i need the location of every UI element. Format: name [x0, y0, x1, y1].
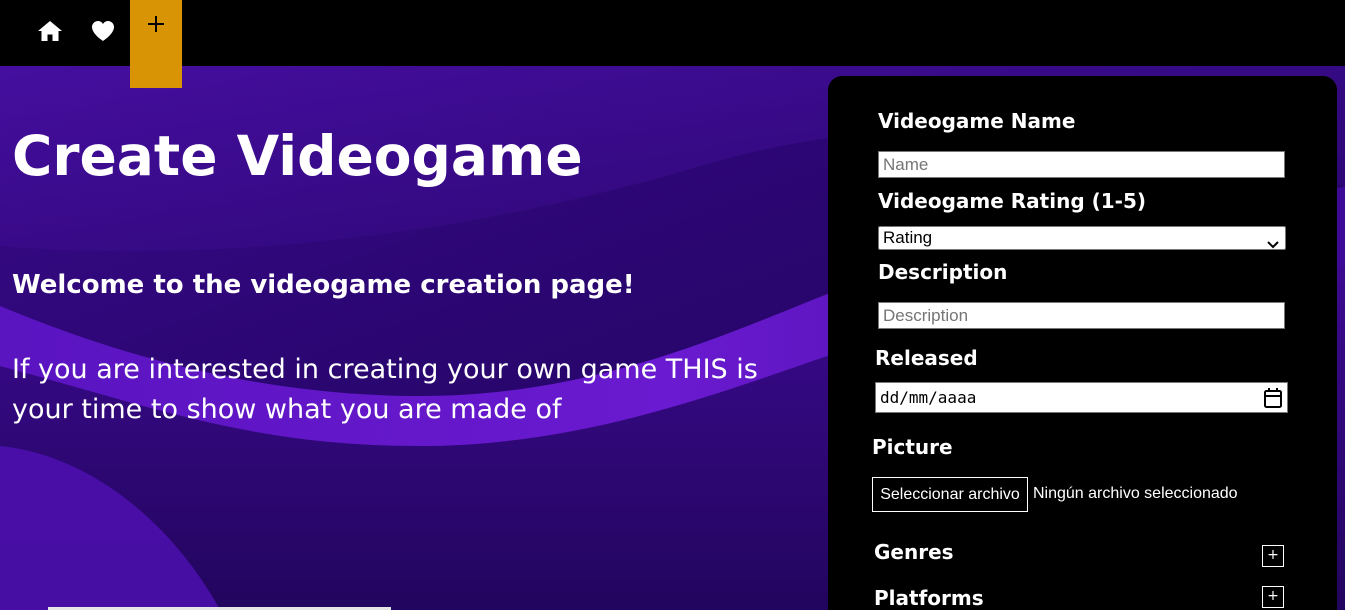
heart-icon — [90, 19, 116, 47]
genres-label: Genres — [874, 540, 954, 564]
welcome-heading: Welcome to the videogame creation page! — [12, 270, 635, 300]
create-form: Videogame Name Name Videogame Rating (1-… — [828, 76, 1337, 610]
file-status-text: Ningún archivo seleccionado — [1033, 485, 1238, 502]
description-placeholder: Description — [883, 305, 969, 325]
nav-create-button[interactable] — [130, 0, 182, 88]
platforms-label: Platforms — [874, 586, 984, 610]
nav-favorites-button[interactable] — [77, 0, 129, 66]
released-date-input[interactable]: dd/mm/aaaa — [875, 382, 1288, 413]
released-label: Released — [875, 346, 978, 370]
nav-home-button[interactable] — [24, 0, 76, 66]
intro-text: If you are interested in creating your o… — [12, 354, 758, 425]
description-input[interactable]: Description — [878, 302, 1285, 329]
top-nav — [0, 0, 1345, 88]
name-label: Videogame Name — [878, 109, 1076, 133]
name-input[interactable]: Name — [878, 151, 1285, 178]
rating-selected-value: Rating — [883, 228, 933, 247]
released-date-value: dd/mm/aaaa — [880, 388, 977, 407]
page-title: Create Videogame — [12, 124, 583, 188]
picture-label: Picture — [872, 435, 953, 459]
rating-label: Videogame Rating (1-5) — [878, 189, 1147, 213]
select-file-button[interactable]: Seleccionar archivo — [872, 477, 1028, 512]
chevron-down-icon — [1267, 234, 1279, 254]
rating-select[interactable]: Rating — [878, 226, 1286, 250]
home-icon — [37, 19, 63, 47]
calendar-icon — [1263, 387, 1283, 413]
genres-expand-button[interactable]: + — [1262, 545, 1284, 567]
description-label: Description — [878, 260, 1008, 284]
plus-icon — [146, 14, 166, 38]
platforms-expand-button[interactable]: + — [1262, 586, 1284, 608]
name-placeholder: Name — [883, 154, 929, 174]
